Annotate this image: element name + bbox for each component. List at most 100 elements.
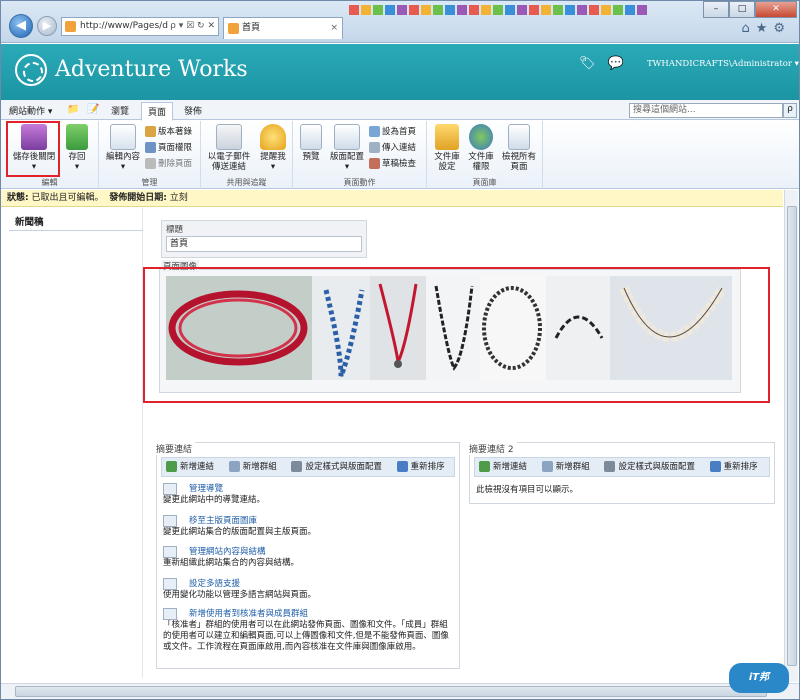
summary-link-item: 設定多語支援 使用變化功能以管理多語言網站與頁面。 <box>163 578 455 601</box>
set-home-button[interactable]: 設為首頁 <box>369 125 416 137</box>
address-controls[interactable]: ρ ▾ ☒ ↻ ✕ <box>170 18 215 35</box>
browser-tab[interactable]: 首頁 × <box>223 17 343 39</box>
link-item-icon <box>163 608 177 620</box>
summary-link-desc: 重新組織此網站集合的內容與結構。 <box>163 558 300 568</box>
library-permissions-button[interactable]: 文件庫權限 <box>465 124 497 172</box>
new-group-icon <box>228 461 240 472</box>
group-label-edit: 編輯 <box>41 178 58 187</box>
new-link-icon <box>166 461 177 472</box>
summary-link-item: 移至主版頁面圖庫 變更此網站集合的版面配置與主版頁面。 <box>163 515 455 538</box>
tab-favicon-icon <box>228 23 239 34</box>
home-icon <box>369 126 380 137</box>
maximize-button[interactable]: □ <box>729 1 755 18</box>
site-title[interactable]: Adventure Works <box>55 57 248 82</box>
browser-window: ◀ ▶ http://www/Pages/d ρ ▾ ☒ ↻ ✕ 首頁 × – … <box>0 0 800 700</box>
site-favicon-icon <box>65 21 76 32</box>
back-arrow-icon[interactable]: ◀ <box>9 14 33 38</box>
tab-browse[interactable]: 瀏覽 <box>111 104 129 117</box>
page-permissions-button[interactable]: 頁面權限 <box>145 141 192 153</box>
tab-close-icon[interactable]: × <box>330 18 338 38</box>
tab-page[interactable]: 頁面 <box>141 102 174 121</box>
summary-links-header: 摘要連結 <box>156 442 196 455</box>
edit-page-icon[interactable]: 📝 <box>87 104 99 115</box>
site-actions-menu[interactable]: 網站動作 ▾ <box>9 104 52 117</box>
summary-link-title[interactable]: 移至主版頁面圖庫 <box>163 516 455 527</box>
folder-icon[interactable]: 📁 <box>67 104 79 115</box>
status-bar: 狀態: 已取出且可編輯。 發佈開始日期: 立刻 <box>1 190 783 207</box>
summary-link-title[interactable]: 設定多語支援 <box>163 579 455 590</box>
configure-icon <box>604 461 616 472</box>
user-menu[interactable]: TWHANDICRAFTS\Administrator ▾ <box>647 59 799 69</box>
link-item-icon <box>163 515 177 527</box>
group-label-manage: 管理 <box>141 178 158 187</box>
version-history-button[interactable]: 版本著錄 <box>145 125 192 137</box>
library-settings-button[interactable]: 文件庫設定 <box>431 124 463 172</box>
email-link-button[interactable]: 以電子郵件傳送連結 <box>205 124 253 172</box>
save-close-highlight <box>6 121 60 177</box>
tab-publish[interactable]: 發佈 <box>184 104 202 117</box>
preview-button[interactable]: 預覽 <box>297 124 325 162</box>
link-item-icon <box>163 546 177 558</box>
minimize-button[interactable]: – <box>703 1 729 18</box>
view-all-pages-button[interactable]: 檢視所有頁面 <box>499 124 539 172</box>
new-link-button[interactable]: 新增連結 <box>166 461 220 472</box>
new-group-icon <box>541 461 553 472</box>
header-tag-icons[interactable]: 🏷 💬 <box>579 56 628 71</box>
new-group-button[interactable]: 新增群組 <box>541 461 596 472</box>
configure-style-button[interactable]: 設定樣式與版面配置 <box>291 461 388 472</box>
summary-links-2-panel: 摘要連結 2 新增連結 新增群組 設定樣式與版面配置 重新排序 此檢視沒有項目可… <box>469 442 775 504</box>
site-header: Adventure Works 🏷 💬 TWHANDICRAFTS\Admini… <box>1 44 799 100</box>
title-input[interactable]: 首頁 <box>166 236 362 252</box>
publish-date-value: 立刻 <box>166 193 188 203</box>
page-layout-button[interactable]: 版面配置 ▾ <box>327 124 367 172</box>
site-logo-icon[interactable] <box>15 54 47 86</box>
vertical-scrollbar[interactable] <box>784 190 798 682</box>
draft-check-button[interactable]: 草稿檢查 <box>369 157 416 169</box>
summary-link-desc: 使用變化功能以管理多語言網站與頁面。 <box>163 590 317 600</box>
horizontal-scroll-thumb[interactable] <box>15 686 767 697</box>
search-icon[interactable]: ρ <box>783 103 797 118</box>
group-label-share: 共用與追蹤 <box>226 178 267 187</box>
edit-document-icon <box>110 124 136 150</box>
permissions-icon <box>145 142 156 153</box>
browser-tool-icons[interactable]: ⌂★⚙ <box>741 21 791 36</box>
reorder-button[interactable]: 重新排序 <box>709 461 764 472</box>
status-text: 已取出且可編輯。 <box>28 193 104 203</box>
summary-link-desc: 「核准者」群組的使用者可以在此網站發佈頁面、圖像和文件。「成員」群組的使用者可以… <box>163 620 449 652</box>
summary-link-title[interactable]: 新增使用者到核准者與成員群組 <box>163 609 455 620</box>
vertical-scroll-thumb[interactable] <box>787 206 797 666</box>
new-link-icon <box>479 461 490 472</box>
reorder-button[interactable]: 重新排序 <box>396 461 451 472</box>
summary-links-2-toolbar: 新增連結 新增群組 設定樣式與版面配置 重新排序 <box>474 457 770 477</box>
group-label-page-actions: 頁面動作 <box>343 178 376 187</box>
library-settings-icon <box>435 124 459 150</box>
alert-me-button[interactable]: 提醒我 ▾ <box>257 124 289 172</box>
incoming-links-button[interactable]: 傳入連結 <box>369 141 416 153</box>
summary-link-desc: 變更此網站集合的版面配置與主版頁面。 <box>163 527 317 537</box>
horizontal-scrollbar[interactable] <box>1 683 799 699</box>
group-library: 文件庫設定 文件庫權限 檢視所有頁面 頁面庫 <box>427 121 543 189</box>
publish-date-label: 發佈開始日期: <box>109 193 167 203</box>
summary-link-title[interactable]: 管理導覽 <box>163 484 455 495</box>
summary-links-toolbar: 新增連結 新增群組 設定樣式與版面配置 重新排序 <box>161 457 455 477</box>
layout-icon <box>334 124 360 150</box>
ribbon: 儲存後關閉 ▾ 存回 ▾ 編輯 編輯內容 ▾ 版本著錄 頁面權限 刪除頁面 管理 以電… <box>1 121 799 189</box>
check-in-button[interactable]: 存回 ▾ <box>63 124 91 172</box>
close-window-button[interactable]: ✕ <box>755 1 797 18</box>
configure-style-button[interactable]: 設定樣式與版面配置 <box>604 461 701 472</box>
nav-heading[interactable]: 新聞稿 <box>15 214 44 228</box>
group-share: 以電子郵件傳送連結 提醒我 ▾ 共用與追蹤 <box>201 121 293 189</box>
configure-icon <box>291 461 303 472</box>
image-highlight-box <box>143 267 770 403</box>
address-bar[interactable]: http://www/Pages/d ρ ▾ ☒ ↻ ✕ <box>61 17 219 36</box>
forward-arrow-icon[interactable]: ▶ <box>37 16 57 36</box>
new-group-button[interactable]: 新增群組 <box>228 461 283 472</box>
search-input[interactable]: 搜尋這個網站... <box>629 103 783 118</box>
check-in-icon <box>66 124 88 150</box>
email-icon <box>216 124 242 150</box>
new-link-button[interactable]: 新增連結 <box>479 461 533 472</box>
delete-page-button[interactable]: 刪除頁面 <box>145 157 192 169</box>
edit-content-button[interactable]: 編輯內容 ▾ <box>103 124 143 172</box>
title-label: 標題 <box>166 225 184 235</box>
summary-link-title[interactable]: 管理網站內容與結構 <box>163 547 455 558</box>
